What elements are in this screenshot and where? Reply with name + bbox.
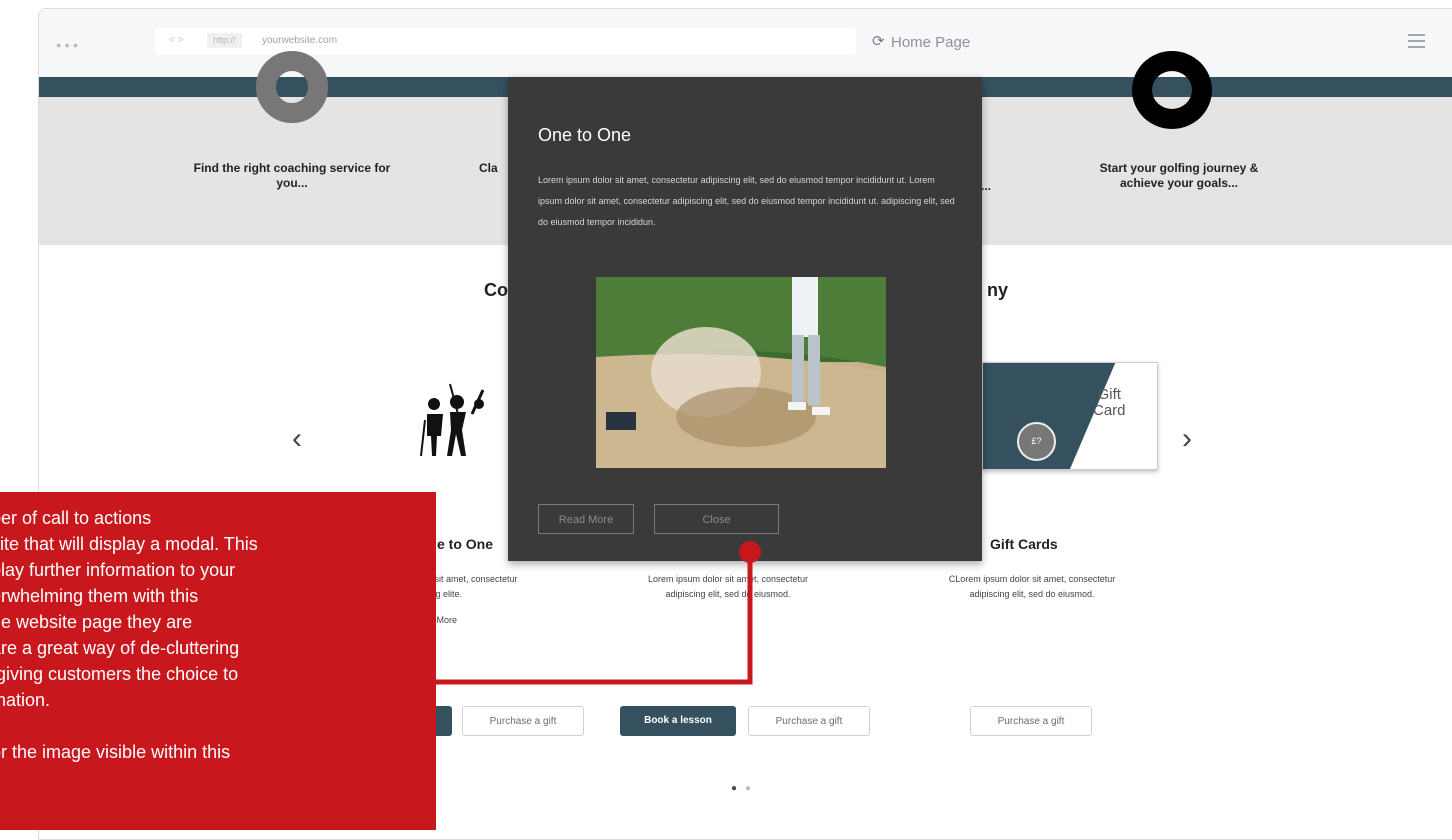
page-title: Home Page	[891, 34, 971, 51]
gift-card-image[interactable]: Gift Card £?	[982, 362, 1158, 470]
annotation-callout: ber of call to actions site that will di…	[0, 492, 436, 830]
hamburger-icon[interactable]	[1408, 34, 1425, 48]
modal-title: One to One	[538, 125, 632, 145]
purchase-gift-button[interactable]: Purchase a gift	[462, 706, 584, 736]
address-bar[interactable]: < > http:// yourwebsite.com	[155, 28, 856, 55]
pager-dot[interactable]: ●	[745, 783, 759, 794]
book-lesson-button[interactable]: Book a lesson	[620, 706, 736, 736]
browser-toolbar: ●●● < > http:// yourwebsite.com ⟳ Home P…	[39, 9, 1452, 77]
window-controls[interactable]: ●●●	[56, 40, 81, 50]
card-title-gift-cards: Gift Cards	[990, 536, 1058, 552]
pager-dot-active[interactable]: ●	[731, 783, 745, 794]
feature-circle-icon	[1132, 51, 1212, 129]
feature-circle-icon	[256, 51, 328, 123]
section-title-right: ny	[987, 280, 1009, 300]
gift-card-label: Gift Card	[1093, 386, 1126, 419]
url-scheme: http://	[207, 33, 242, 48]
carousel-prev-icon[interactable]: ‹	[292, 422, 302, 456]
read-more-button[interactable]: Read More	[538, 504, 634, 534]
card-text: CLorem ipsum dolor sit amet, consectetur	[948, 574, 1116, 584]
card-title-one-to-one: e to One	[437, 536, 494, 552]
golfers-icon	[420, 383, 485, 457]
feature-text-4: Start your golfing journey & achieve you…	[1099, 161, 1259, 190]
back-forward-icons[interactable]: < >	[169, 35, 183, 46]
modal-body-text: Lorem ipsum dolor sit amet, consectetur …	[538, 175, 955, 227]
card-text: adipiscing elit, sed do eiusmod.	[665, 589, 791, 599]
golf-bunker-photo	[596, 277, 886, 468]
carousel-pager[interactable]: ●●	[731, 783, 759, 794]
card-text: or sit amet, consectetur	[424, 574, 518, 584]
section-title-left: Co	[484, 280, 508, 300]
close-button[interactable]: Close	[654, 504, 779, 534]
card-text: adipiscing elit, sed do eiusmod.	[969, 589, 1095, 599]
feature-text-1: Find the right coaching service for you.…	[193, 161, 391, 190]
card-text: Lorem ipsum dolor sit amet, consectetur	[647, 574, 809, 584]
carousel-next-icon[interactable]: ›	[1182, 422, 1192, 456]
purchase-gift-button[interactable]: Purchase a gift	[970, 706, 1092, 736]
purchase-gift-button[interactable]: Purchase a gift	[748, 706, 870, 736]
url-text[interactable]: yourwebsite.com	[262, 35, 337, 46]
info-modal: One to One Lorem ipsum dolor sit amet, c…	[508, 77, 982, 561]
reload-icon[interactable]: ⟳	[872, 32, 885, 50]
gift-coin-icon: £?	[1017, 422, 1056, 461]
callout-text: ber of call to actions site that will di…	[0, 508, 258, 762]
